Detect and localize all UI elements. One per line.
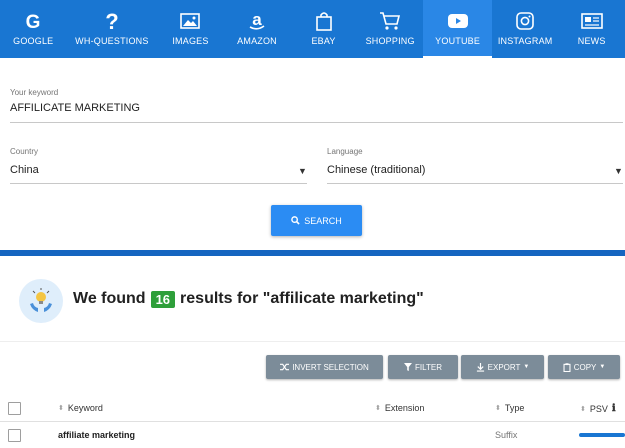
download-icon [476,362,484,372]
tab-wh-questions[interactable]: ? WH-QUESTIONS [67,0,158,58]
language-label: Language [327,147,363,156]
column-extension[interactable]: ⬍ Extension [375,403,424,413]
lightbulb-icon [19,279,63,323]
filter-label: FILTER [415,362,442,372]
table-header: ⬍ Keyword ⬍ Extension ⬍ Type ⬍ PSV ℹ [0,395,625,422]
tab-label: EBAY [311,36,336,46]
chevron-down-icon[interactable]: ▼ [614,166,623,176]
language-select[interactable]: Chinese (traditional) [327,164,425,176]
tab-amazon[interactable]: a AMAZON [224,0,291,58]
tab-label: WH-QUESTIONS [75,36,149,46]
svg-text:G: G [26,12,41,31]
row-checkbox[interactable] [8,429,21,442]
invert-selection-button[interactable]: INVERT SELECTION [266,355,383,379]
language-underline [327,183,623,184]
clipboard-icon [563,362,571,372]
export-button[interactable]: EXPORT ▼ [461,355,544,379]
tab-label: AMAZON [237,36,277,46]
tab-label: NEWS [577,36,606,46]
shuffle-icon [280,363,290,371]
results-summary: We found 16 results for "affilicate mark… [73,290,424,308]
column-type-label: Type [504,403,525,413]
tab-google[interactable]: G GOOGLE [0,0,67,58]
tab-label: GOOGLE [13,36,54,46]
filter-icon [404,363,413,371]
newspaper-icon [580,10,603,32]
sort-icon: ⬍ [495,405,501,412]
column-psv[interactable]: ⬍ PSV ℹ [580,403,616,414]
column-keyword-label: Keyword [67,403,103,413]
info-icon[interactable]: ℹ [612,403,616,414]
tab-label: IMAGES [172,36,209,46]
search-button-label: SEARCH [304,215,342,226]
sort-icon: ⬍ [58,405,64,412]
image-icon [180,10,201,32]
column-keyword[interactable]: ⬍ Keyword [58,403,103,413]
results-suffix: results for "affilicate marketing" [180,290,424,307]
svg-text:a: a [252,11,262,29]
keyword-label: Your keyword [10,88,59,97]
tab-instagram[interactable]: INSTAGRAM [492,0,559,58]
tab-images[interactable]: IMAGES [157,0,224,58]
question-icon: ? [104,10,120,32]
sort-icon: ⬍ [375,405,381,412]
top-navigation: G GOOGLE ? WH-QUESTIONS IMAGES a AMAZON … [0,0,625,58]
tab-ebay[interactable]: EBAY [290,0,357,58]
keyword-underline [10,122,623,123]
column-type[interactable]: ⬍ Type [495,403,524,413]
row-keyword: affiliate marketing [58,430,136,440]
svg-text:?: ? [105,10,118,32]
youtube-icon [447,10,469,32]
row-type: Suffix [495,430,518,440]
psv-bar [579,433,625,437]
google-icon: G [23,10,43,32]
tab-label: SHOPPING [365,36,415,46]
amazon-icon: a [248,10,266,32]
invert-selection-label: INVERT SELECTION [292,362,369,372]
tab-label: YOUTUBE [435,36,481,46]
results-prefix: We found [73,290,146,307]
form-bottom-bar [0,250,625,256]
table-row[interactable]: affiliate marketing Suffix [0,423,625,448]
country-underline [10,183,307,184]
select-all-checkbox[interactable] [8,402,21,415]
caret-down-icon: ▼ [599,364,606,370]
filter-button[interactable]: FILTER [388,355,458,379]
chevron-down-icon[interactable]: ▼ [298,166,307,176]
tab-shopping[interactable]: SHOPPING [357,0,424,58]
instagram-icon [516,10,534,32]
cart-icon [379,10,401,32]
results-count-badge: 16 [150,290,176,308]
export-label: EXPORT [487,362,521,372]
sort-icon: ⬍ [580,405,586,413]
country-label: Country [10,147,39,156]
copy-button[interactable]: COPY ▼ [548,355,620,379]
copy-label: COPY [573,362,597,372]
tab-news[interactable]: NEWS [558,0,625,58]
caret-down-icon: ▼ [523,364,530,370]
tab-label: INSTAGRAM [497,36,553,46]
column-psv-label: PSV [589,403,608,414]
bag-icon [315,10,333,32]
column-extension-label: Extension [384,403,425,413]
tab-youtube[interactable]: YOUTUBE [423,0,493,58]
search-button[interactable]: SEARCH [271,205,362,236]
keyword-input[interactable]: AFFILICATE MARKETING [10,102,140,114]
divider [0,341,625,342]
search-icon [291,216,300,225]
country-select[interactable]: China [10,164,39,176]
